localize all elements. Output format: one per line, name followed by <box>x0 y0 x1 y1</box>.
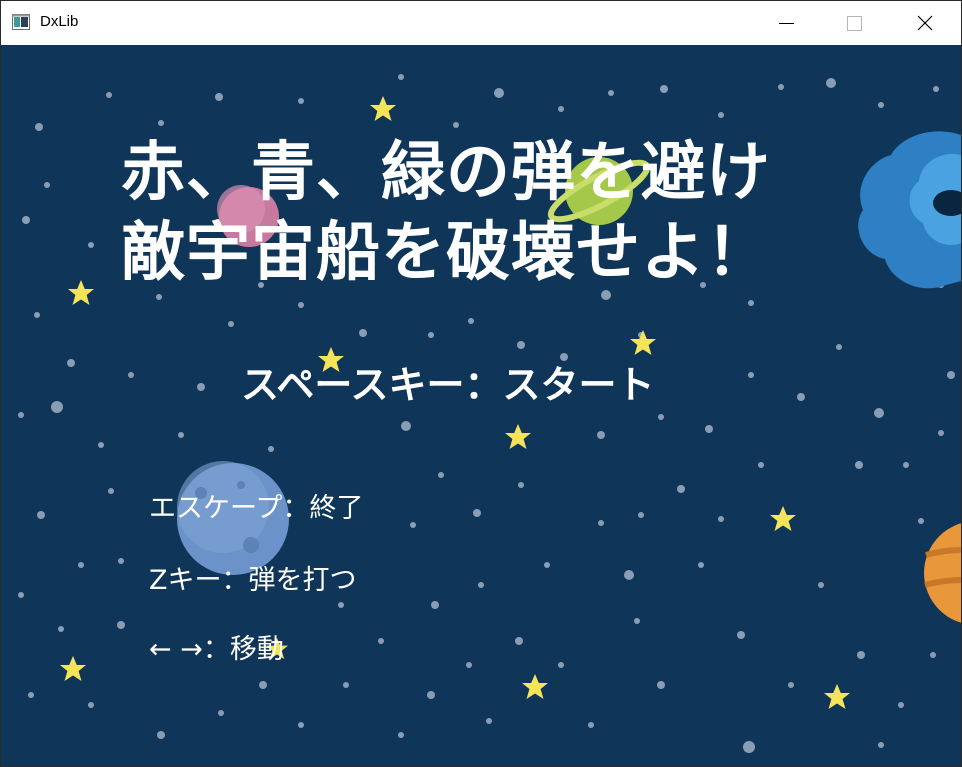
close-icon <box>917 15 933 31</box>
minimize-button[interactable] <box>761 1 807 45</box>
control-fire: Zキー：弾を打つ <box>149 565 357 596</box>
control-escape: エスケープ：終了 <box>149 493 364 524</box>
game-canvas[interactable]: 赤、青、緑の弾を避け 敵宇宙船を破壊せよ！ スペースキー：スタート エスケープ：… <box>1 45 961 766</box>
headline-line-2: 敵宇宙船を破壊せよ！ <box>121 216 771 290</box>
app-icon <box>12 14 30 30</box>
maximize-button[interactable] <box>831 1 877 45</box>
app-window: DxLib 赤、青、緑の弾を避け 敵宇宙船を破壊せよ！ スペースキー：スタート … <box>0 0 962 767</box>
title-bar[interactable]: DxLib <box>1 1 961 45</box>
close-button[interactable] <box>901 1 947 45</box>
maximize-icon <box>847 16 862 31</box>
window-title: DxLib <box>40 13 79 30</box>
start-prompt: スペースキー：スタート <box>241 363 655 407</box>
headline-line-1: 赤、青、緑の弾を避け <box>121 136 771 210</box>
minimize-icon <box>779 23 794 24</box>
control-move: ← →：移動 <box>149 634 284 665</box>
